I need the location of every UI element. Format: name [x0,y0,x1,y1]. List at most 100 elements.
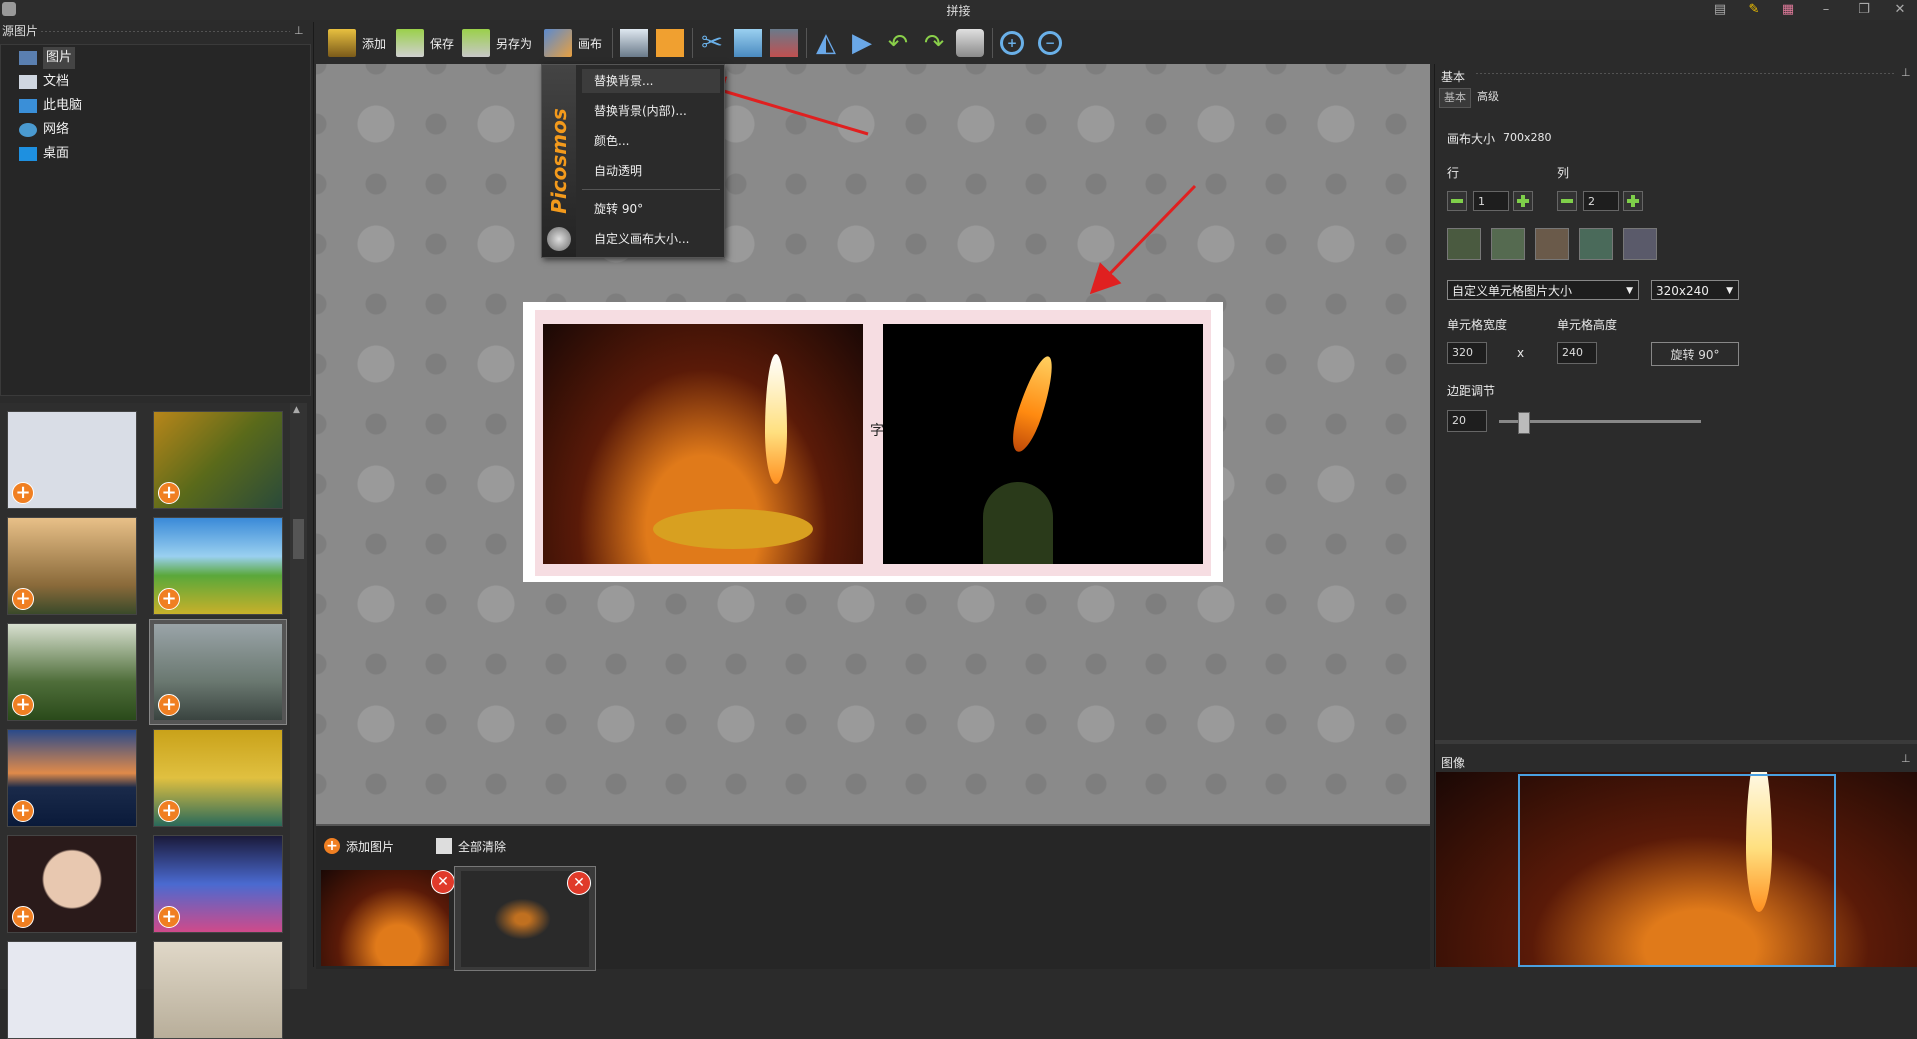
tab-advanced[interactable]: 高级 [1473,88,1503,106]
chevron-down-icon: ▼ [1626,286,1633,296]
remove-icon[interactable]: ✕ [431,870,455,894]
zoom-in-button[interactable]: + [1000,27,1024,59]
crop-selection-frame[interactable] [1518,774,1836,967]
menu-item-color[interactable]: 颜色... [582,129,720,153]
collage-cell-candle-1[interactable] [543,324,863,564]
network-icon [19,123,37,137]
rows-minus-button[interactable] [1447,191,1467,211]
thumbnail[interactable]: + [7,729,137,827]
pencil-icon[interactable]: ✎ [1742,1,1766,19]
add-icon[interactable]: + [12,482,34,504]
menu-item-replace-background[interactable]: 替换背景... [582,69,720,93]
rotate-90-button[interactable]: 旋转 90° [1651,342,1739,366]
image-panel-title: 图像 [1441,756,1466,770]
palette-icon[interactable]: ▦ [1776,1,1800,19]
add-icon[interactable]: + [158,694,180,716]
scrollbar-thumb[interactable] [293,519,304,559]
add-icon[interactable]: + [158,482,180,504]
layout-preset-5[interactable] [1623,228,1657,260]
flip-horizontal-button[interactable]: ◭ [812,27,840,59]
tab-basic[interactable]: 基本 [1439,88,1471,108]
cell-width-input[interactable]: 320 [1447,342,1487,364]
add-icon[interactable]: + [12,800,34,822]
tray-thumbnail[interactable]: ✕ [321,870,455,966]
add-icon[interactable]: + [158,588,180,610]
thumbnail[interactable]: + [7,835,137,933]
thumbnail[interactable]: + [7,623,137,721]
cols-plus-button[interactable] [1623,191,1643,211]
thumbnail[interactable]: + [153,517,283,615]
pin-icon[interactable]: ⊥ [294,24,304,37]
thumbnail[interactable]: + [153,729,283,827]
collage-cell-candle-2[interactable] [883,324,1203,564]
print-button[interactable] [620,27,648,59]
rotate-left-button[interactable]: ↶ [884,27,912,59]
toolbar-divider [612,28,613,58]
cell-mode-select[interactable]: 自定义单元格图片大小 ▼ [1447,280,1639,300]
tree-item-documents[interactable]: 文档 [19,71,69,93]
flame [1006,352,1060,456]
add-button[interactable]: 添加 [328,27,386,59]
menu-item-auto-transparent[interactable]: 自动透明 [582,159,720,183]
thumbnail[interactable]: + [7,517,137,615]
collage-background[interactable]: 字 [535,310,1211,576]
tree-item-network[interactable]: 网络 [19,119,69,141]
add-icon[interactable]: + [158,800,180,822]
add-icon[interactable]: + [12,906,34,928]
menu-item-rotate-90[interactable]: 旋转 90° [582,197,720,221]
scroll-up-icon[interactable]: ▲ [293,405,300,415]
layout-preset-2[interactable] [1491,228,1525,260]
email-button[interactable] [656,27,684,59]
collage-canvas[interactable]: 字 [523,302,1223,582]
cell-overlay-text: 字 [870,423,884,439]
thumbnail-selected[interactable]: + [149,619,287,725]
rows-input[interactable]: 1 [1473,191,1509,211]
menu-item-replace-background-inner[interactable]: 替换背景(内部)... [582,99,720,123]
tree-item-pictures[interactable]: 图片 [19,47,76,69]
cols-input[interactable]: 2 [1583,191,1619,211]
layout-preset-4[interactable] [1579,228,1613,260]
thumbnail[interactable] [7,941,137,1039]
save-as-button[interactable]: 另存为 [462,27,532,59]
rotate-right-button[interactable]: ↷ [920,27,948,59]
cell-size-select[interactable]: 320x240 ▼ [1651,280,1739,300]
cols-minus-button[interactable] [1557,191,1577,211]
pin-icon[interactable]: ⊥ [1901,752,1911,765]
save-button[interactable]: 保存 [396,27,454,59]
thumbnail[interactable]: + [7,411,137,509]
add-icon[interactable]: + [12,694,34,716]
close-button[interactable]: ✕ [1888,1,1912,19]
pin-icon[interactable]: ⊥ [1901,66,1911,79]
margin-input[interactable]: 20 [1447,410,1487,432]
flip-vertical-button[interactable]: ▶ [848,27,876,59]
minimize-button[interactable]: – [1814,1,1838,19]
restore-button[interactable]: ❐ [1852,1,1876,19]
tree-item-computer[interactable]: 此电脑 [19,95,82,117]
zoom-out-button[interactable]: − [1038,27,1062,59]
add-icon[interactable]: + [158,906,180,928]
toolbar-divider [692,28,693,58]
margin-slider-thumb[interactable] [1518,412,1531,434]
add-image-button[interactable]: + 添加图片 [324,836,394,856]
doc-icon[interactable]: ▤ [1708,1,1732,19]
thumbnail[interactable]: + [153,835,283,933]
remove-icon[interactable]: ✕ [567,871,591,895]
layout-preset-1[interactable] [1447,228,1481,260]
thumbnail-scrollbar[interactable]: ▲ [290,403,307,989]
tray-thumbnail-selected[interactable]: ✕ [454,866,596,971]
tree-item-desktop[interactable]: 桌面 [19,143,69,165]
crop-button[interactable] [770,27,798,59]
copy-button[interactable] [734,27,762,59]
rows-plus-button[interactable] [1513,191,1533,211]
cell-height-input[interactable]: 240 [1557,342,1597,364]
add-icon[interactable]: + [12,588,34,610]
clear-all-button[interactable]: 全部清除 [436,836,506,856]
effects-button[interactable] [956,27,984,59]
cut-button[interactable]: ✂ [698,27,726,59]
panel-splitter[interactable] [1435,740,1917,744]
layout-preset-3[interactable] [1535,228,1569,260]
menu-item-custom-canvas-size[interactable]: 自定义画布大小... [582,227,720,251]
thumbnail[interactable] [153,941,283,1039]
canvas-button[interactable]: 画布 [544,27,602,59]
thumbnail[interactable]: + [153,411,283,509]
